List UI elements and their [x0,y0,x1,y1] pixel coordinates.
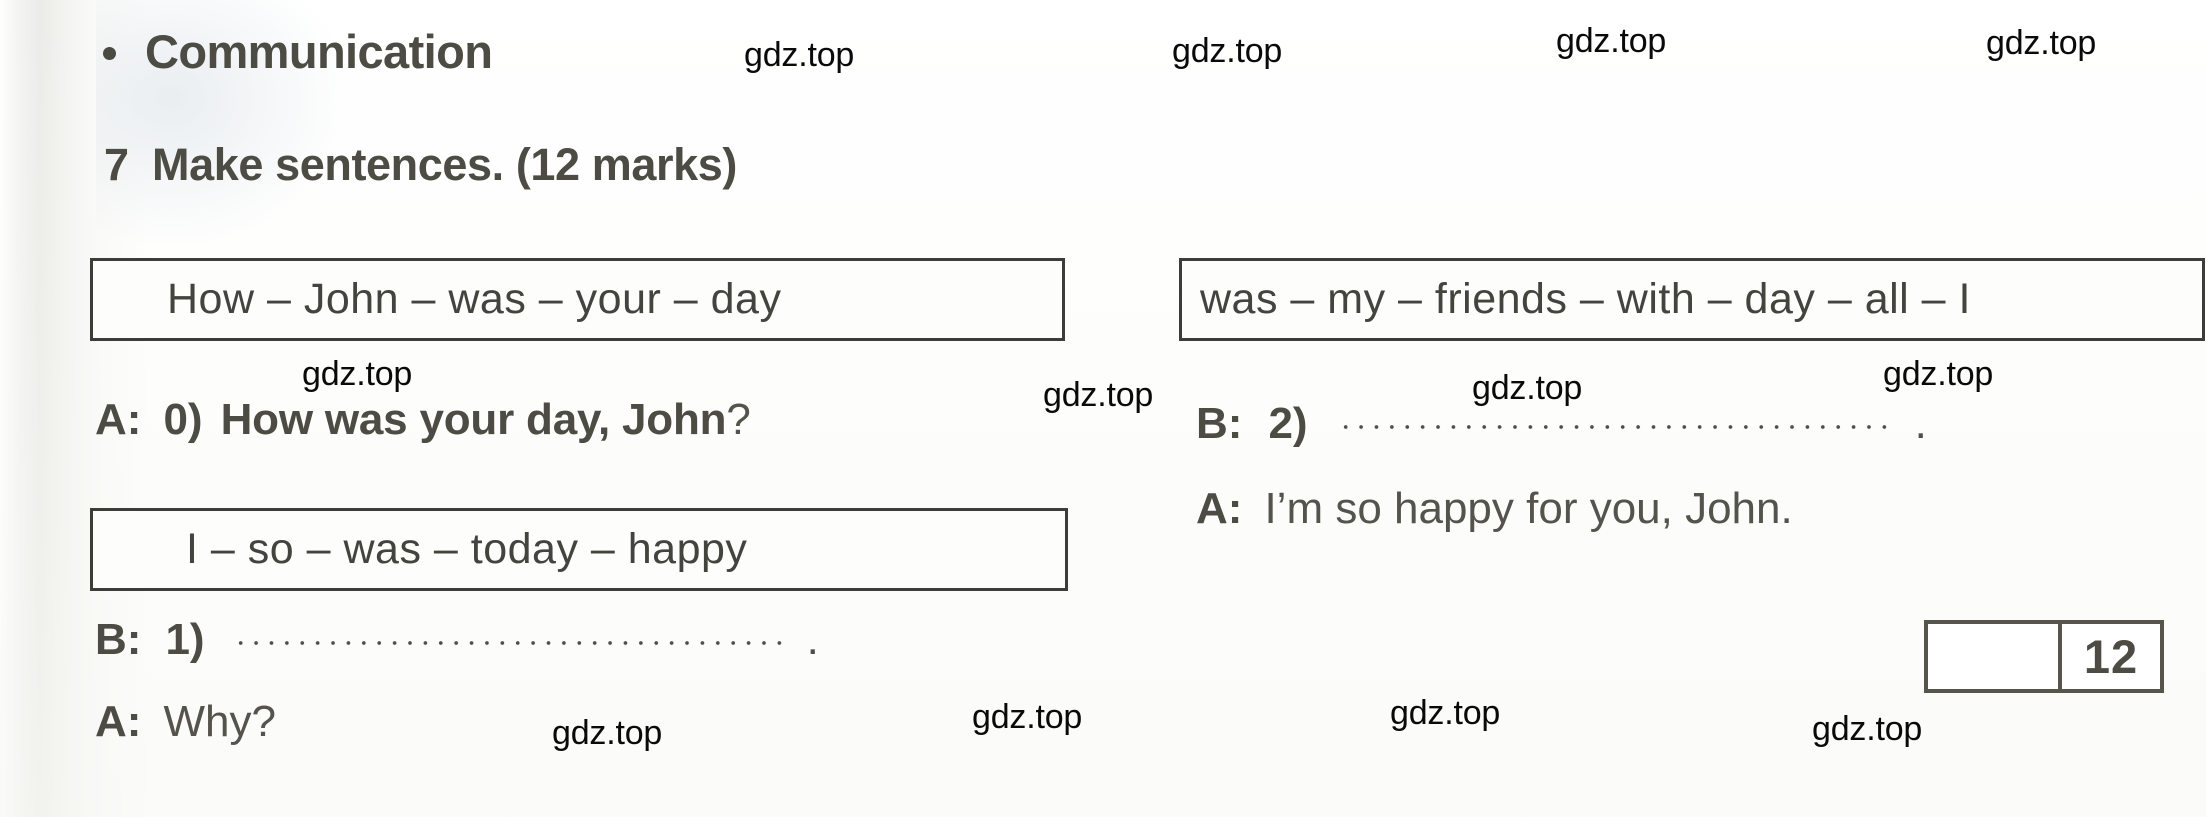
watermark-7: gdz.top [1472,369,1583,407]
worksheet-page: Communication 7 Make sentences. (12 mark… [0,0,2206,817]
watermark-11: gdz.top [1390,694,1501,732]
watermark-1: gdz.top [744,36,855,74]
watermark-4: gdz.top [1986,24,2097,62]
watermark-8: gdz.top [1883,355,1994,393]
watermark-9: gdz.top [552,714,663,752]
watermark-layer: gdz.top gdz.top gdz.top gdz.top gdz.top gdz.t… [0,0,2206,817]
watermark-5: gdz.top [302,355,413,393]
watermark-2: gdz.top [1172,32,1283,70]
watermark-3: gdz.top [1556,22,1667,60]
watermark-12: gdz.top [1812,710,1923,748]
watermark-6: gdz.top [1043,376,1154,414]
watermark-10: gdz.top [972,698,1083,736]
